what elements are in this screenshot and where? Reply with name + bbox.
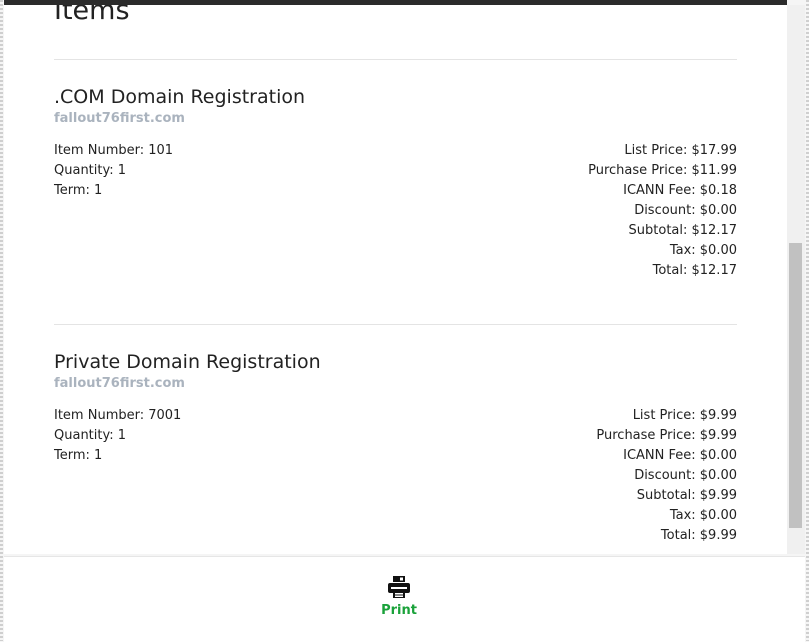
purchase-price: Purchase Price: $11.99 [588, 163, 737, 178]
item-number: Item Number: 101 [54, 143, 174, 158]
page-edge-left [0, 0, 3, 641]
scrollbar-thumb[interactable] [789, 243, 802, 528]
item-quantity: Quantity: 1 [54, 428, 127, 443]
purchase-price: Purchase Price: $9.99 [596, 428, 737, 443]
icann-fee: ICANN Fee: $0.00 [623, 448, 737, 463]
item-title: Private Domain Registration [54, 351, 321, 373]
item-pricing: List Price: $17.99 Purchase Price: $11.9… [588, 141, 737, 281]
icann-fee: ICANN Fee: $0.18 [623, 183, 737, 198]
subtotal: Subtotal: $12.17 [628, 223, 737, 238]
item-number: Item Number: 7001 [54, 408, 182, 423]
page-title: Items [54, 5, 130, 26]
item-com-domain-registration: .COM Domain Registration fallout76first.… [54, 85, 737, 281]
item-domain: fallout76first.com [54, 111, 185, 126]
item-pricing: List Price: $9.99 Purchase Price: $9.99 … [596, 406, 737, 546]
modal-footer: Print [4, 556, 805, 642]
discount: Discount: $0.00 [634, 468, 737, 483]
printer-icon [388, 576, 410, 598]
total: Total: $9.99 [660, 528, 737, 543]
item-details: Item Number: 101 Quantity: 1 Term: 1 [54, 141, 173, 281]
divider [54, 59, 737, 60]
order-items-modal: Items .COM Domain Registration fallout76… [4, 5, 787, 554]
subtotal: Subtotal: $9.99 [636, 488, 737, 503]
item-private-domain-registration: Private Domain Registration fallout76fir… [54, 350, 737, 546]
item-title: .COM Domain Registration [54, 86, 306, 108]
tax: Tax: $0.00 [669, 508, 737, 523]
print-label: Print [381, 603, 417, 618]
total: Total: $12.17 [652, 263, 737, 278]
tax: Tax: $0.00 [669, 243, 737, 258]
divider [54, 324, 737, 325]
item-quantity: Quantity: 1 [54, 163, 127, 178]
print-button[interactable]: Print [374, 575, 424, 633]
item-details: Item Number: 7001 Quantity: 1 Term: 1 [54, 406, 181, 546]
list-price: List Price: $17.99 [624, 143, 737, 158]
item-term: Term: 1 [54, 448, 103, 463]
item-domain: fallout76first.com [54, 376, 185, 391]
discount: Discount: $0.00 [634, 203, 737, 218]
list-price: List Price: $9.99 [632, 408, 737, 423]
item-term: Term: 1 [54, 183, 103, 198]
